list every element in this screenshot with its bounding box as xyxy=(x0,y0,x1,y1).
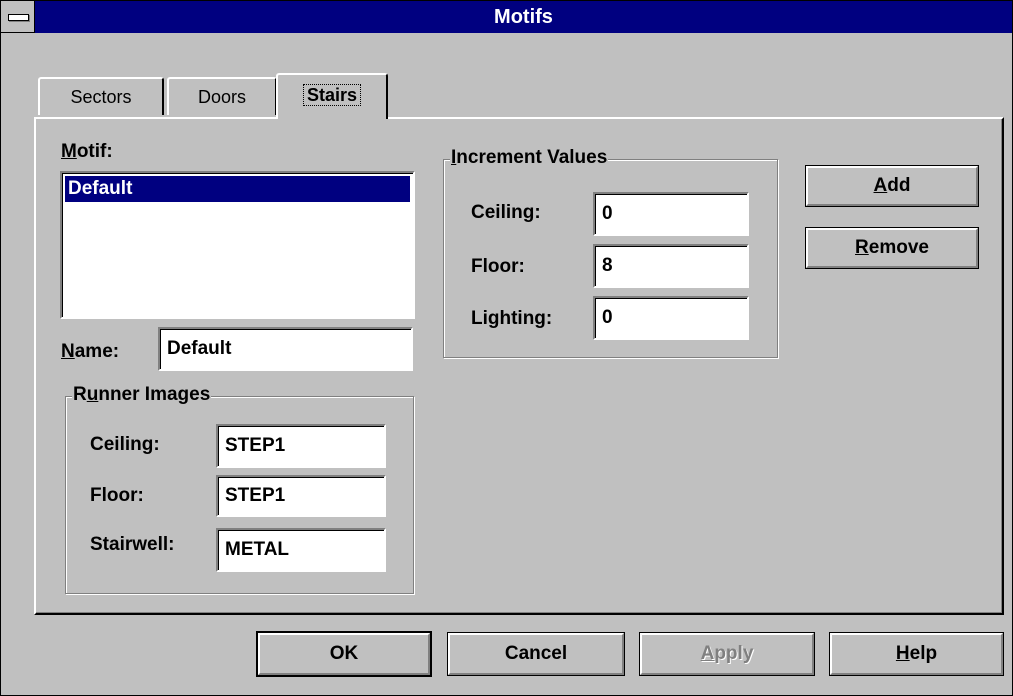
increment-floor-value: 8 xyxy=(602,255,613,276)
help-button-label: Help xyxy=(830,633,1003,675)
increment-ceiling-field[interactable]: 0 xyxy=(593,192,749,236)
increment-lighting-label: Lighting: xyxy=(471,308,553,329)
ok-button-label: OK xyxy=(258,633,430,675)
tab-sectors[interactable]: Sectors xyxy=(38,77,164,115)
increment-values-group: Increment Values Ceiling: 0 Floor: 8 Lig… xyxy=(443,147,778,358)
help-button[interactable]: Help xyxy=(829,632,1004,676)
increment-ceiling-value: 0 xyxy=(602,203,613,224)
cancel-button[interactable]: Cancel xyxy=(447,632,625,676)
list-item-default[interactable]: Default xyxy=(65,176,410,202)
runner-stairwell-value: METAL xyxy=(225,539,290,560)
increment-floor-field[interactable]: 8 xyxy=(593,244,749,288)
window-title: Motifs xyxy=(494,6,553,28)
motif-label: Motif: xyxy=(61,141,113,162)
increment-floor-label: Floor: xyxy=(471,256,525,277)
name-field[interactable]: Default xyxy=(158,327,413,371)
increment-lighting-field[interactable]: 0 xyxy=(593,296,749,340)
runner-floor-field[interactable]: STEP1 xyxy=(216,475,386,517)
tab-doors-label: Doors xyxy=(197,87,246,107)
remove-button-label: Remove xyxy=(806,228,978,268)
tab-stairs[interactable]: Stairs xyxy=(276,73,388,119)
runner-stairwell-label: Stairwell: xyxy=(90,534,175,555)
system-menu-icon xyxy=(8,14,29,21)
runner-ceiling-label: Ceiling: xyxy=(90,434,160,455)
runner-floor-label: Floor: xyxy=(90,485,144,506)
increment-values-legend: Increment Values xyxy=(450,147,609,169)
motif-listbox[interactable]: Default xyxy=(60,171,415,319)
ok-button[interactable]: OK xyxy=(256,631,432,677)
runner-images-legend: Runner Images xyxy=(72,384,212,406)
title-bar: Motifs xyxy=(1,1,1012,33)
runner-images-group: Runner Images Ceiling: STEP1 Floor: STEP… xyxy=(65,384,414,594)
tab-doors[interactable]: Doors xyxy=(167,77,277,115)
increment-lighting-value: 0 xyxy=(602,307,613,328)
add-button[interactable]: Add xyxy=(805,165,979,207)
name-value: Default xyxy=(167,338,232,359)
runner-ceiling-value: STEP1 xyxy=(225,435,286,456)
apply-button-label: Apply xyxy=(640,633,814,675)
add-button-label: Add xyxy=(806,166,978,206)
runner-floor-value: STEP1 xyxy=(225,485,286,506)
increment-ceiling-label: Ceiling: xyxy=(471,202,541,223)
apply-button[interactable]: Apply xyxy=(639,632,815,676)
system-menu-button[interactable] xyxy=(1,1,35,33)
stairs-tab-panel: Motif: Default Name: Default Runner Imag… xyxy=(34,117,1004,615)
runner-stairwell-field[interactable]: METAL xyxy=(216,528,386,572)
remove-button[interactable]: Remove xyxy=(805,227,979,269)
name-label: Name: xyxy=(61,341,120,362)
motifs-dialog: Motifs Sectors Doors Stairs Motif: Defau… xyxy=(0,0,1013,696)
tab-stairs-label: Stairs xyxy=(302,84,362,106)
tab-sectors-label: Sectors xyxy=(70,87,132,107)
runner-ceiling-field[interactable]: STEP1 xyxy=(216,424,386,468)
cancel-button-label: Cancel xyxy=(448,633,624,675)
